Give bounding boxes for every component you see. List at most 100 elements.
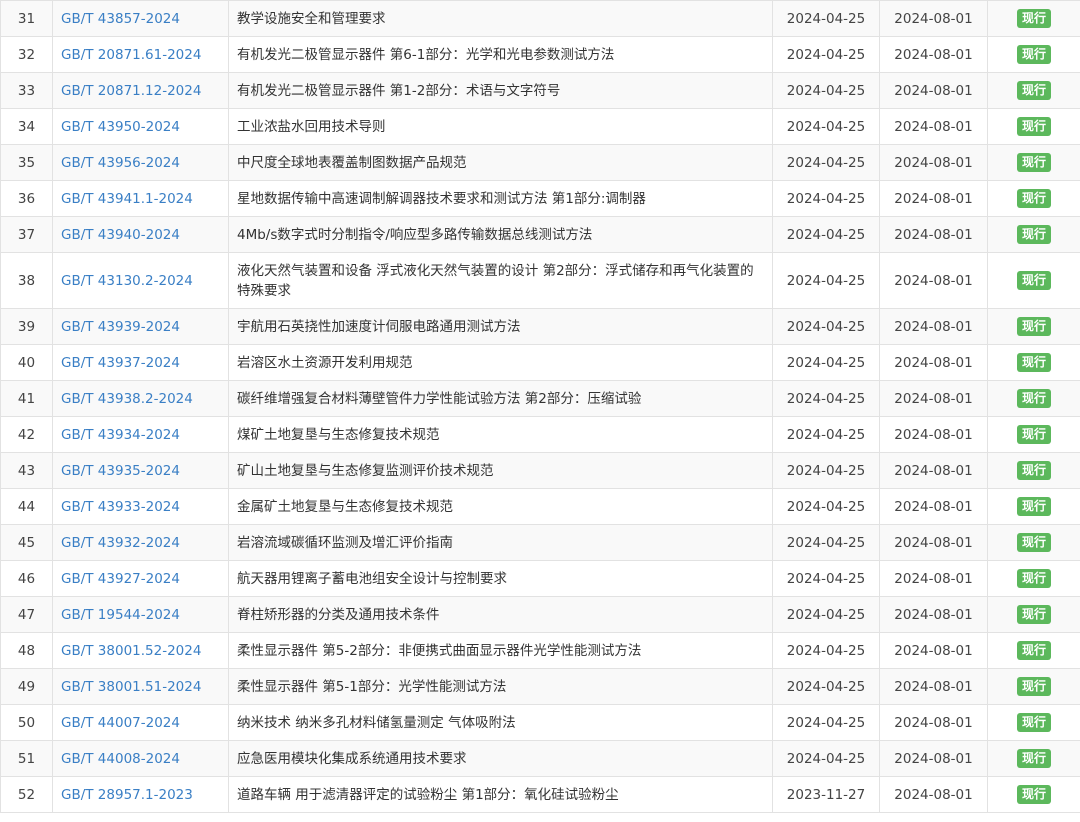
row-number: 31 (0, 0, 53, 37)
release-date: 2024-04-25 (772, 596, 880, 633)
standard-name: 纳米技术 纳米多孔材料储氢量测定 气体吸附法 (228, 704, 773, 741)
standard-name: 有机发光二极管显示器件 第6-1部分：光学和光电参数测试方法 (228, 36, 773, 73)
table-row: 41 GB/T 43938.2-2024 碳纤维增强复合材料薄壁管件力学性能试验… (0, 380, 1080, 417)
standard-code-cell: GB/T 20871.12-2024 (52, 72, 229, 109)
standard-code-cell: GB/T 44007-2024 (52, 704, 229, 741)
standard-name: 矿山土地复垦与生态修复监测评价技术规范 (228, 452, 773, 489)
status-badge: 现行 (1016, 225, 1051, 244)
release-date: 2024-04-25 (772, 740, 880, 777)
standard-name: 工业浓盐水回用技术导则 (228, 108, 773, 145)
standard-code-cell: GB/T 43934-2024 (52, 416, 229, 453)
standard-code-link[interactable]: GB/T 20871.61-2024 (61, 47, 201, 63)
standard-code-link[interactable]: GB/T 44007-2024 (61, 715, 180, 731)
standard-name: 星地数据传输中高速调制解调器技术要求和测试方法 第1部分:调制器 (228, 180, 773, 217)
release-date: 2024-04-25 (772, 216, 880, 253)
status-cell: 现行 (987, 380, 1080, 417)
standard-code-cell: GB/T 43938.2-2024 (52, 380, 229, 417)
row-number: 51 (0, 740, 53, 777)
standard-code-cell: GB/T 28957.1-2023 (52, 776, 229, 813)
standard-code-cell: GB/T 43932-2024 (52, 524, 229, 561)
implementation-date: 2024-08-01 (879, 144, 988, 181)
standard-code-link[interactable]: GB/T 19544-2024 (61, 607, 180, 623)
table-row: 51 GB/T 44008-2024 应急医用模块化集成系统通用技术要求 202… (0, 740, 1080, 777)
status-badge: 现行 (1016, 271, 1051, 290)
table-row: 46 GB/T 43927-2024 航天器用锂离子蓄电池组安全设计与控制要求 … (0, 560, 1080, 597)
row-number: 33 (0, 72, 53, 109)
standard-code-cell: GB/T 43956-2024 (52, 144, 229, 181)
status-cell: 现行 (987, 180, 1080, 217)
standard-code-cell: GB/T 38001.52-2024 (52, 632, 229, 669)
row-number: 36 (0, 180, 53, 217)
standard-name: 液化天然气装置和设备 浮式液化天然气装置的设计 第2部分：浮式储存和再气化装置的… (228, 252, 773, 309)
implementation-date: 2024-08-01 (879, 596, 988, 633)
status-cell: 现行 (987, 632, 1080, 669)
row-number: 32 (0, 36, 53, 73)
standard-code-link[interactable]: GB/T 43857-2024 (61, 11, 180, 27)
table-body: 31 GB/T 43857-2024 教学设施安全和管理要求 2024-04-2… (0, 0, 1080, 813)
standard-code-link[interactable]: GB/T 20871.12-2024 (61, 83, 201, 99)
standard-code-link[interactable]: GB/T 38001.51-2024 (61, 679, 201, 695)
status-badge: 现行 (1016, 605, 1051, 624)
implementation-date: 2024-08-01 (879, 740, 988, 777)
standards-table: 31 GB/T 43857-2024 教学设施安全和管理要求 2024-04-2… (0, 0, 1080, 813)
release-date: 2024-04-25 (772, 308, 880, 345)
standard-code-cell: GB/T 43935-2024 (52, 452, 229, 489)
standard-code-link[interactable]: GB/T 43940-2024 (61, 227, 180, 243)
standard-code-link[interactable]: GB/T 43927-2024 (61, 571, 180, 587)
status-badge: 现行 (1016, 641, 1051, 660)
row-number: 45 (0, 524, 53, 561)
release-date: 2024-04-25 (772, 108, 880, 145)
table-row: 47 GB/T 19544-2024 脊柱矫形器的分类及通用技术条件 2024-… (0, 596, 1080, 633)
standard-code-link[interactable]: GB/T 43932-2024 (61, 535, 180, 551)
table-row: 52 GB/T 28957.1-2023 道路车辆 用于滤清器评定的试验粉尘 第… (0, 776, 1080, 813)
release-date: 2024-04-25 (772, 488, 880, 525)
implementation-date: 2024-08-01 (879, 108, 988, 145)
table-row: 42 GB/T 43934-2024 煤矿土地复垦与生态修复技术规范 2024-… (0, 416, 1080, 453)
table-row: 36 GB/T 43941.1-2024 星地数据传输中高速调制解调器技术要求和… (0, 180, 1080, 217)
standard-code-link[interactable]: GB/T 38001.52-2024 (61, 643, 201, 659)
standard-code-link[interactable]: GB/T 43941.1-2024 (61, 191, 193, 207)
release-date: 2024-04-25 (772, 72, 880, 109)
implementation-date: 2024-08-01 (879, 72, 988, 109)
implementation-date: 2024-08-01 (879, 488, 988, 525)
table-row: 49 GB/T 38001.51-2024 柔性显示器件 第5-1部分：光学性能… (0, 668, 1080, 705)
table-row: 39 GB/T 43939-2024 宇航用石英挠性加速度计伺服电路通用测试方法… (0, 308, 1080, 345)
status-cell: 现行 (987, 216, 1080, 253)
standard-code-cell: GB/T 43933-2024 (52, 488, 229, 525)
standard-code-link[interactable]: GB/T 43935-2024 (61, 463, 180, 479)
standard-name: 金属矿土地复垦与生态修复技术规范 (228, 488, 773, 525)
standard-name: 教学设施安全和管理要求 (228, 0, 773, 37)
standard-code-link[interactable]: GB/T 43956-2024 (61, 155, 180, 171)
status-badge: 现行 (1016, 9, 1051, 28)
status-cell: 现行 (987, 740, 1080, 777)
standard-code-link[interactable]: GB/T 43130.2-2024 (61, 273, 193, 289)
standard-code-link[interactable]: GB/T 43938.2-2024 (61, 391, 193, 407)
status-badge: 现行 (1016, 749, 1051, 768)
status-cell: 现行 (987, 144, 1080, 181)
standard-name: 碳纤维增强复合材料薄壁管件力学性能试验方法 第2部分：压缩试验 (228, 380, 773, 417)
standard-code-cell: GB/T 43940-2024 (52, 216, 229, 253)
standard-code-link[interactable]: GB/T 28957.1-2023 (61, 787, 193, 803)
standard-code-cell: GB/T 43857-2024 (52, 0, 229, 37)
standard-code-link[interactable]: GB/T 43933-2024 (61, 499, 180, 515)
standard-code-link[interactable]: GB/T 43937-2024 (61, 355, 180, 371)
table-row: 38 GB/T 43130.2-2024 液化天然气装置和设备 浮式液化天然气装… (0, 252, 1080, 309)
status-badge: 现行 (1016, 389, 1051, 408)
standard-code-link[interactable]: GB/T 43934-2024 (61, 427, 180, 443)
implementation-date: 2024-08-01 (879, 560, 988, 597)
standard-name: 脊柱矫形器的分类及通用技术条件 (228, 596, 773, 633)
release-date: 2024-04-25 (772, 0, 880, 37)
status-cell: 现行 (987, 596, 1080, 633)
status-cell: 现行 (987, 344, 1080, 381)
table-row: 32 GB/T 20871.61-2024 有机发光二极管显示器件 第6-1部分… (0, 36, 1080, 73)
status-badge: 现行 (1016, 785, 1051, 804)
row-number: 34 (0, 108, 53, 145)
status-badge: 现行 (1016, 117, 1051, 136)
standard-code-link[interactable]: GB/T 44008-2024 (61, 751, 180, 767)
standard-code-link[interactable]: GB/T 43939-2024 (61, 319, 180, 335)
standard-code-cell: GB/T 19544-2024 (52, 596, 229, 633)
standard-code-cell: GB/T 43941.1-2024 (52, 180, 229, 217)
standard-code-link[interactable]: GB/T 43950-2024 (61, 119, 180, 135)
table-row: 37 GB/T 43940-2024 4Mb/s数字式时分制指令/响应型多路传输… (0, 216, 1080, 253)
implementation-date: 2024-08-01 (879, 704, 988, 741)
